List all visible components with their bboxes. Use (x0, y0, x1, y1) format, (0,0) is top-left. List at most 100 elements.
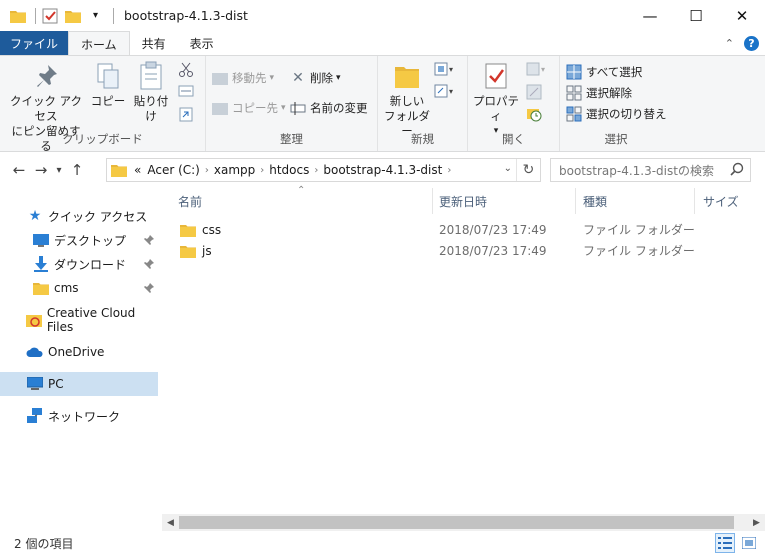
maximize-button[interactable]: ☐ (673, 0, 719, 31)
creative-cloud-icon (26, 311, 43, 329)
history-icon[interactable] (526, 106, 542, 122)
delete-label: 削除 (310, 71, 333, 85)
column-header-type[interactable]: 種類 (583, 188, 607, 214)
customize-dropdown-icon[interactable]: ▾ (86, 6, 105, 26)
properties-icon (480, 60, 512, 92)
close-button[interactable]: ✕ (719, 0, 765, 31)
nav-item-downloads[interactable]: ダウンロード (0, 252, 158, 276)
breadcrumb-item[interactable]: Acer (C:) (147, 163, 200, 177)
organize-group-label: 整理 (280, 132, 303, 146)
back-arrow-icon[interactable]: ← (8, 158, 30, 182)
copy-path-icon[interactable] (178, 84, 194, 98)
ribbon-controls: ⌃ ? (725, 36, 759, 51)
sort-ascending-icon: ⌃ (297, 185, 306, 196)
table-row[interactable]: js 2018/07/23 17:49 ファイル フォルダー (172, 240, 712, 261)
file-list: ⌃ 名前 更新日時 種類 サイズ css 2018/07/23 17:49 ファ… (162, 185, 765, 514)
tab-file[interactable]: ファイル (0, 31, 69, 56)
copy-button[interactable]: コピー (90, 60, 126, 109)
scroll-left-icon[interactable]: ◀ (162, 514, 179, 531)
forward-arrow-icon[interactable]: → (30, 158, 52, 182)
search-input[interactable]: bootstrap-4.1.3-distの検索 (550, 158, 751, 182)
address-dropdown-icon[interactable]: ⌄ (504, 163, 512, 174)
new-folder-quick-icon[interactable] (63, 6, 82, 26)
breadcrumb-chevron-icon[interactable]: › (260, 165, 264, 176)
ribbon-expand-icon[interactable]: ⌃ (725, 37, 734, 50)
nav-item-creative-cloud[interactable]: Creative Cloud Files (0, 306, 158, 334)
pin-icon[interactable] (144, 282, 154, 296)
window-title: bootstrap-4.1.3-dist (124, 8, 248, 23)
folder-icon[interactable] (8, 6, 27, 26)
nav-item-desktop[interactable]: デスクトップ (0, 228, 158, 252)
up-arrow-icon[interactable]: ↑ (66, 158, 88, 182)
search-icon (730, 162, 744, 179)
nav-item-onedrive[interactable]: OneDrive (0, 340, 158, 364)
properties-button[interactable]: プロパティ ▾ (470, 60, 522, 139)
cloud-icon (26, 343, 44, 361)
folder-icon (180, 244, 196, 258)
rename-button[interactable]: 名前の変更 (290, 100, 368, 116)
breadcrumb-chevron-icon[interactable]: › (314, 165, 318, 176)
ribbon-tabs: ファイル ホーム 共有 表示 ⌃ ? (0, 31, 765, 56)
recent-locations-icon[interactable]: ▾ (52, 158, 66, 182)
properties-check-icon[interactable] (40, 6, 59, 26)
delete-x-icon: ✕ (292, 70, 304, 86)
paste-shortcut-icon[interactable] (178, 106, 194, 122)
table-row[interactable]: css 2018/07/23 17:49 ファイル フォルダー (172, 219, 712, 240)
move-to-button[interactable]: 移動先 ▾ (212, 70, 274, 86)
item-count: 2 個の項目 (14, 536, 74, 551)
nav-label: OneDrive (48, 345, 105, 359)
breadcrumb-item[interactable]: bootstrap-4.1.3-dist (323, 163, 442, 177)
copy-to-icon (212, 100, 228, 116)
invert-selection-button[interactable]: 選択の切り替え (566, 106, 667, 122)
breadcrumb-item[interactable]: xampp (214, 163, 255, 177)
help-icon[interactable]: ? (744, 36, 759, 51)
refresh-icon[interactable]: ↻ (516, 159, 540, 181)
column-divider[interactable] (575, 188, 576, 214)
paste-button[interactable]: 貼り付け (130, 60, 172, 124)
pin-icon[interactable] (144, 258, 154, 272)
scrollbar-thumb[interactable] (179, 516, 734, 529)
file-date: 2018/07/23 17:49 (439, 222, 547, 237)
explorer-window: ▾ bootstrap-4.1.3-dist — ☐ ✕ ファイル ホーム 共有… (0, 0, 765, 555)
breadcrumb-item[interactable]: htdocs (269, 163, 309, 177)
details-view-icon[interactable] (715, 533, 735, 553)
breadcrumb-chevron-icon[interactable]: › (447, 165, 451, 176)
delete-button[interactable]: ✕ 削除 ▾ (290, 70, 340, 86)
edit-icon[interactable] (526, 84, 542, 100)
open-group: プロパティ ▾ ▾ 開く (468, 56, 560, 151)
column-header-size[interactable]: サイズ (703, 188, 739, 214)
column-divider[interactable] (432, 188, 433, 214)
folder-icon (111, 163, 127, 177)
breadcrumb-chevron-icon[interactable]: › (205, 165, 209, 176)
minimize-button[interactable]: — (627, 0, 673, 31)
scroll-right-icon[interactable]: ▶ (748, 514, 765, 531)
nav-item-cms[interactable]: cms (0, 276, 158, 300)
network-icon (26, 407, 44, 425)
column-header-name[interactable]: 名前 (178, 188, 202, 214)
cut-icon[interactable] (178, 62, 194, 78)
tab-home[interactable]: ホーム (68, 31, 130, 56)
address-bar[interactable]: « Acer (C:) › xampp › htdocs › bootstrap… (106, 158, 541, 182)
tab-view[interactable]: 表示 (178, 31, 226, 56)
organize-group: 移動先 ▾ コピー先 ▾ ✕ 削除 ▾ 名前の変更 整理 (206, 56, 378, 151)
copy-to-label: コピー先 (232, 101, 278, 115)
nav-item-pc[interactable]: PC (0, 372, 158, 396)
column-header-date[interactable]: 更新日時 (439, 188, 487, 214)
horizontal-scrollbar[interactable]: ◀ ▶ (162, 514, 765, 531)
pin-icon[interactable] (144, 234, 154, 248)
new-folder-button[interactable]: 新しい フォルダー (382, 60, 432, 139)
select-all-button[interactable]: すべて選択 (566, 64, 642, 80)
file-name: css (202, 222, 222, 237)
breadcrumb-overflow[interactable]: « (134, 163, 141, 177)
nav-item-network[interactable]: ネットワーク (0, 404, 158, 428)
select-none-button[interactable]: 選択解除 (566, 85, 632, 101)
desktop-icon (32, 231, 50, 249)
easy-access-icon[interactable]: ▾ (434, 84, 454, 98)
open-icon[interactable]: ▾ (526, 62, 548, 76)
nav-item-quick-access[interactable]: ★ クイック アクセス (0, 204, 158, 228)
large-icons-view-icon[interactable] (739, 533, 759, 553)
column-divider[interactable] (694, 188, 695, 214)
new-item-icon[interactable]: ▾ (434, 62, 454, 76)
tab-share[interactable]: 共有 (130, 31, 178, 56)
copy-to-button[interactable]: コピー先 ▾ (212, 100, 286, 116)
